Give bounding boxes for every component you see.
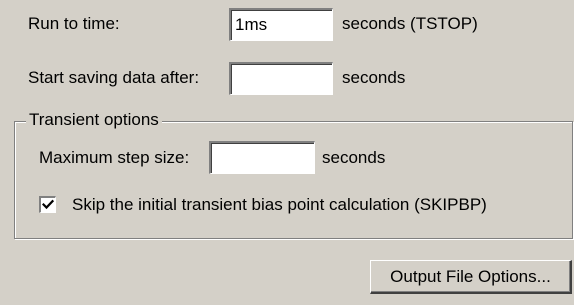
simulation-settings-panel: Run to time: seconds (TSTOP) Start savin… <box>0 0 574 305</box>
start-saving-label: Start saving data after: <box>28 68 200 87</box>
transient-options-group <box>14 121 573 239</box>
skip-bias-checkbox[interactable] <box>39 196 56 213</box>
start-saving-unit: seconds <box>342 68 406 87</box>
run-to-time-label: Run to time: <box>28 14 120 33</box>
output-file-options-button[interactable]: Output File Options... <box>370 260 572 294</box>
start-saving-input[interactable] <box>229 62 333 95</box>
run-to-time-unit: seconds (TSTOP) <box>342 14 478 33</box>
checkmark-icon <box>42 199 54 210</box>
max-step-input[interactable] <box>209 141 315 174</box>
run-to-time-input[interactable] <box>229 8 333 41</box>
max-step-unit: seconds <box>322 148 386 167</box>
skip-bias-label[interactable]: Skip the initial transient bias point ca… <box>72 195 487 215</box>
max-step-label: Maximum step size: <box>39 148 190 167</box>
transient-options-title: Transient options <box>26 110 162 130</box>
